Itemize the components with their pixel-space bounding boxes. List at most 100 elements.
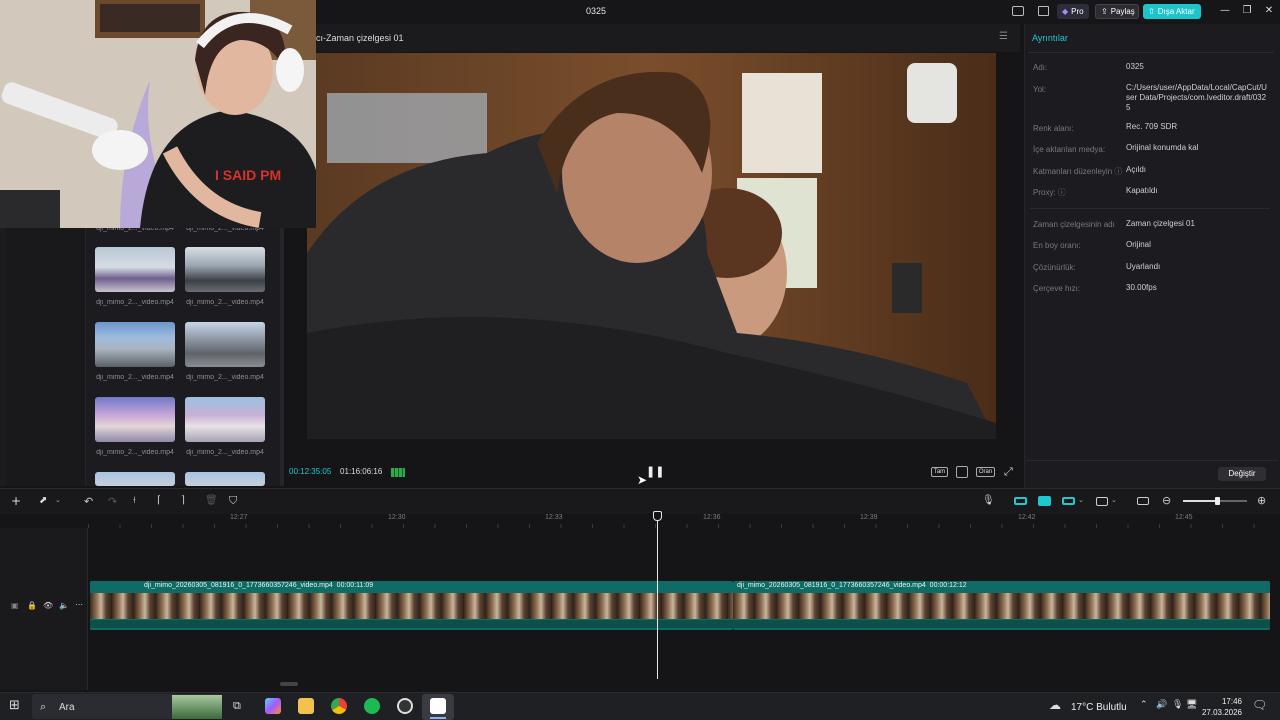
snap-icon[interactable] [1096,497,1108,506]
audio-meter-icon [391,468,405,477]
media-item[interactable] [95,397,175,442]
fit-label: Tam [933,469,946,475]
subtitle-icon[interactable] [1137,497,1149,505]
chrome-icon[interactable] [331,698,347,714]
undo-icon[interactable]: ↶ [84,495,93,508]
export-icon: ⇧ [1148,7,1155,16]
speaker-icon[interactable]: 🔈 [59,601,69,610]
clock-date: 27.03.2026 [1201,708,1242,717]
detail-value: Orijinal konumda kal [1126,143,1199,152]
thumbnail [95,247,175,292]
trim-left-icon[interactable]: ⌈ [157,495,161,506]
media-scrollbar[interactable] [280,228,284,486]
fullscreen-icon[interactable]: ⤢ [1004,465,1013,479]
chevron-down-icon[interactable]: ⌄ [1078,496,1084,504]
video-preview[interactable] [307,53,996,439]
media-item-label: dji_mimo_2..._video.mp4 [96,449,174,456]
zoom-out-icon[interactable]: ⊖ [1162,494,1171,507]
microphone-icon[interactable]: 🎙 [982,495,995,506]
add-icon[interactable]: + [11,494,21,508]
obs-icon[interactable] [397,698,413,714]
trim-right-icon[interactable]: ⌉ [181,495,185,506]
media-item[interactable] [95,472,175,486]
link-icon[interactable] [1038,496,1051,506]
shortcut-icon[interactable] [1038,6,1049,16]
media-item[interactable] [185,397,265,442]
mouse-cursor-icon: ➤ [637,473,648,487]
magnet-icon[interactable] [1014,497,1027,505]
microphone-tray-icon[interactable]: 🎙 [1172,700,1183,710]
menu-icon[interactable]: ☰ [999,31,1008,42]
media-item[interactable] [185,322,265,367]
share-button[interactable]: ⇪ Paylaş [1095,4,1139,19]
media-item[interactable] [95,247,175,292]
zoom-slider-handle[interactable] [1215,497,1220,505]
details-title: Ayrıntılar [1032,33,1068,43]
split-icon[interactable]: ⟊ [133,495,136,506]
shield-icon[interactable]: ⛉ [229,494,237,508]
pro-button[interactable]: ◆ Pro [1057,4,1089,19]
detail-label: Çözünürlük: [1033,263,1076,272]
active-indicator [430,717,446,719]
media-sidebar [6,228,86,486]
tick-label: 12:42 [1018,514,1036,521]
pro-label: Pro [1071,7,1084,16]
export-button[interactable]: ⇧ Dışa Aktar [1143,4,1201,19]
cover-icon[interactable]: ▣ [11,601,19,610]
export-label: Dışa Aktar [1157,7,1195,16]
zoom-in-icon[interactable]: ⊕ [1257,494,1266,507]
horizontal-scrollbar[interactable] [280,682,298,686]
thumbnail [185,247,265,292]
network-icon[interactable]: 🖥 [1186,700,1197,710]
notification-icon[interactable]: 🗨 [1252,698,1267,712]
edit-button[interactable]: Değiştir [1218,467,1266,481]
spotify-icon[interactable] [364,698,380,714]
video-clip[interactable]: dji_mimo_20260305_081916_0_1773660357246… [733,581,1270,630]
select-tool-icon[interactable]: ⬈ [39,495,47,506]
delete-icon[interactable]: 🗑 [205,495,218,506]
chevron-down-icon[interactable]: ⌄ [55,496,61,504]
weather-status[interactable]: 17°C Bulutlu [1071,702,1127,713]
chevron-up-icon[interactable]: ⌃ [1140,700,1148,710]
restore-icon[interactable]: ❐ [1240,5,1254,16]
media-item[interactable] [185,472,265,486]
close-icon[interactable]: ✕ [1262,5,1276,16]
thumbnail [185,397,265,442]
timeline-toolbar [0,488,1280,514]
fit-button[interactable]: Tam [931,467,948,477]
webcam-overlay: I SAID PM [0,0,316,228]
audio-waveform [90,620,733,628]
ratio-label: Oran [978,469,993,475]
media-item-label: dji_mimo_2..._video.mp4 [186,449,264,456]
copilot-icon[interactable] [265,698,281,714]
windows-start-icon[interactable]: ⊞ [9,698,20,713]
playhead-handle[interactable] [653,511,662,521]
info-icon[interactable]: ⓘ [1058,188,1066,197]
clock[interactable]: 17:46 27.03.2026 [1200,696,1242,718]
pause-icon[interactable]: ❚❚ [646,465,664,478]
eye-icon[interactable]: 👁 [43,601,53,610]
file-explorer-icon[interactable] [298,698,314,714]
info-icon[interactable]: ⓘ [1114,167,1122,176]
volume-icon[interactable]: 🔊 [1156,700,1167,710]
thumbnail [95,397,175,442]
tick-label: 12:30 [388,514,406,521]
detail-label: Zaman çizelgesinin adı [1033,220,1115,229]
playhead[interactable] [657,511,658,679]
zoom-fit-icon[interactable] [956,466,968,478]
redo-icon[interactable]: ↷ [108,495,117,508]
media-item[interactable] [95,322,175,367]
media-item[interactable] [185,247,265,292]
ratio-button[interactable]: Oran [976,467,995,477]
more-icon[interactable]: ⋯ [75,600,83,609]
video-clip[interactable]: dji_mimo_20260305_081916_0_1773660357246… [90,581,733,630]
layout-icon[interactable] [1012,6,1024,16]
task-view-icon[interactable]: ⧉ [233,699,241,713]
lock-icon[interactable]: 🔒 [27,601,37,610]
media-item-label: dji_mimo_2..._video.mp4 [96,374,174,381]
minimize-icon[interactable]: — [1218,5,1232,16]
preview-axis-icon[interactable] [1062,497,1075,505]
chevron-down-icon[interactable]: ⌄ [1111,496,1117,504]
time-ruler[interactable] [88,514,1280,528]
divider [1028,52,1274,53]
